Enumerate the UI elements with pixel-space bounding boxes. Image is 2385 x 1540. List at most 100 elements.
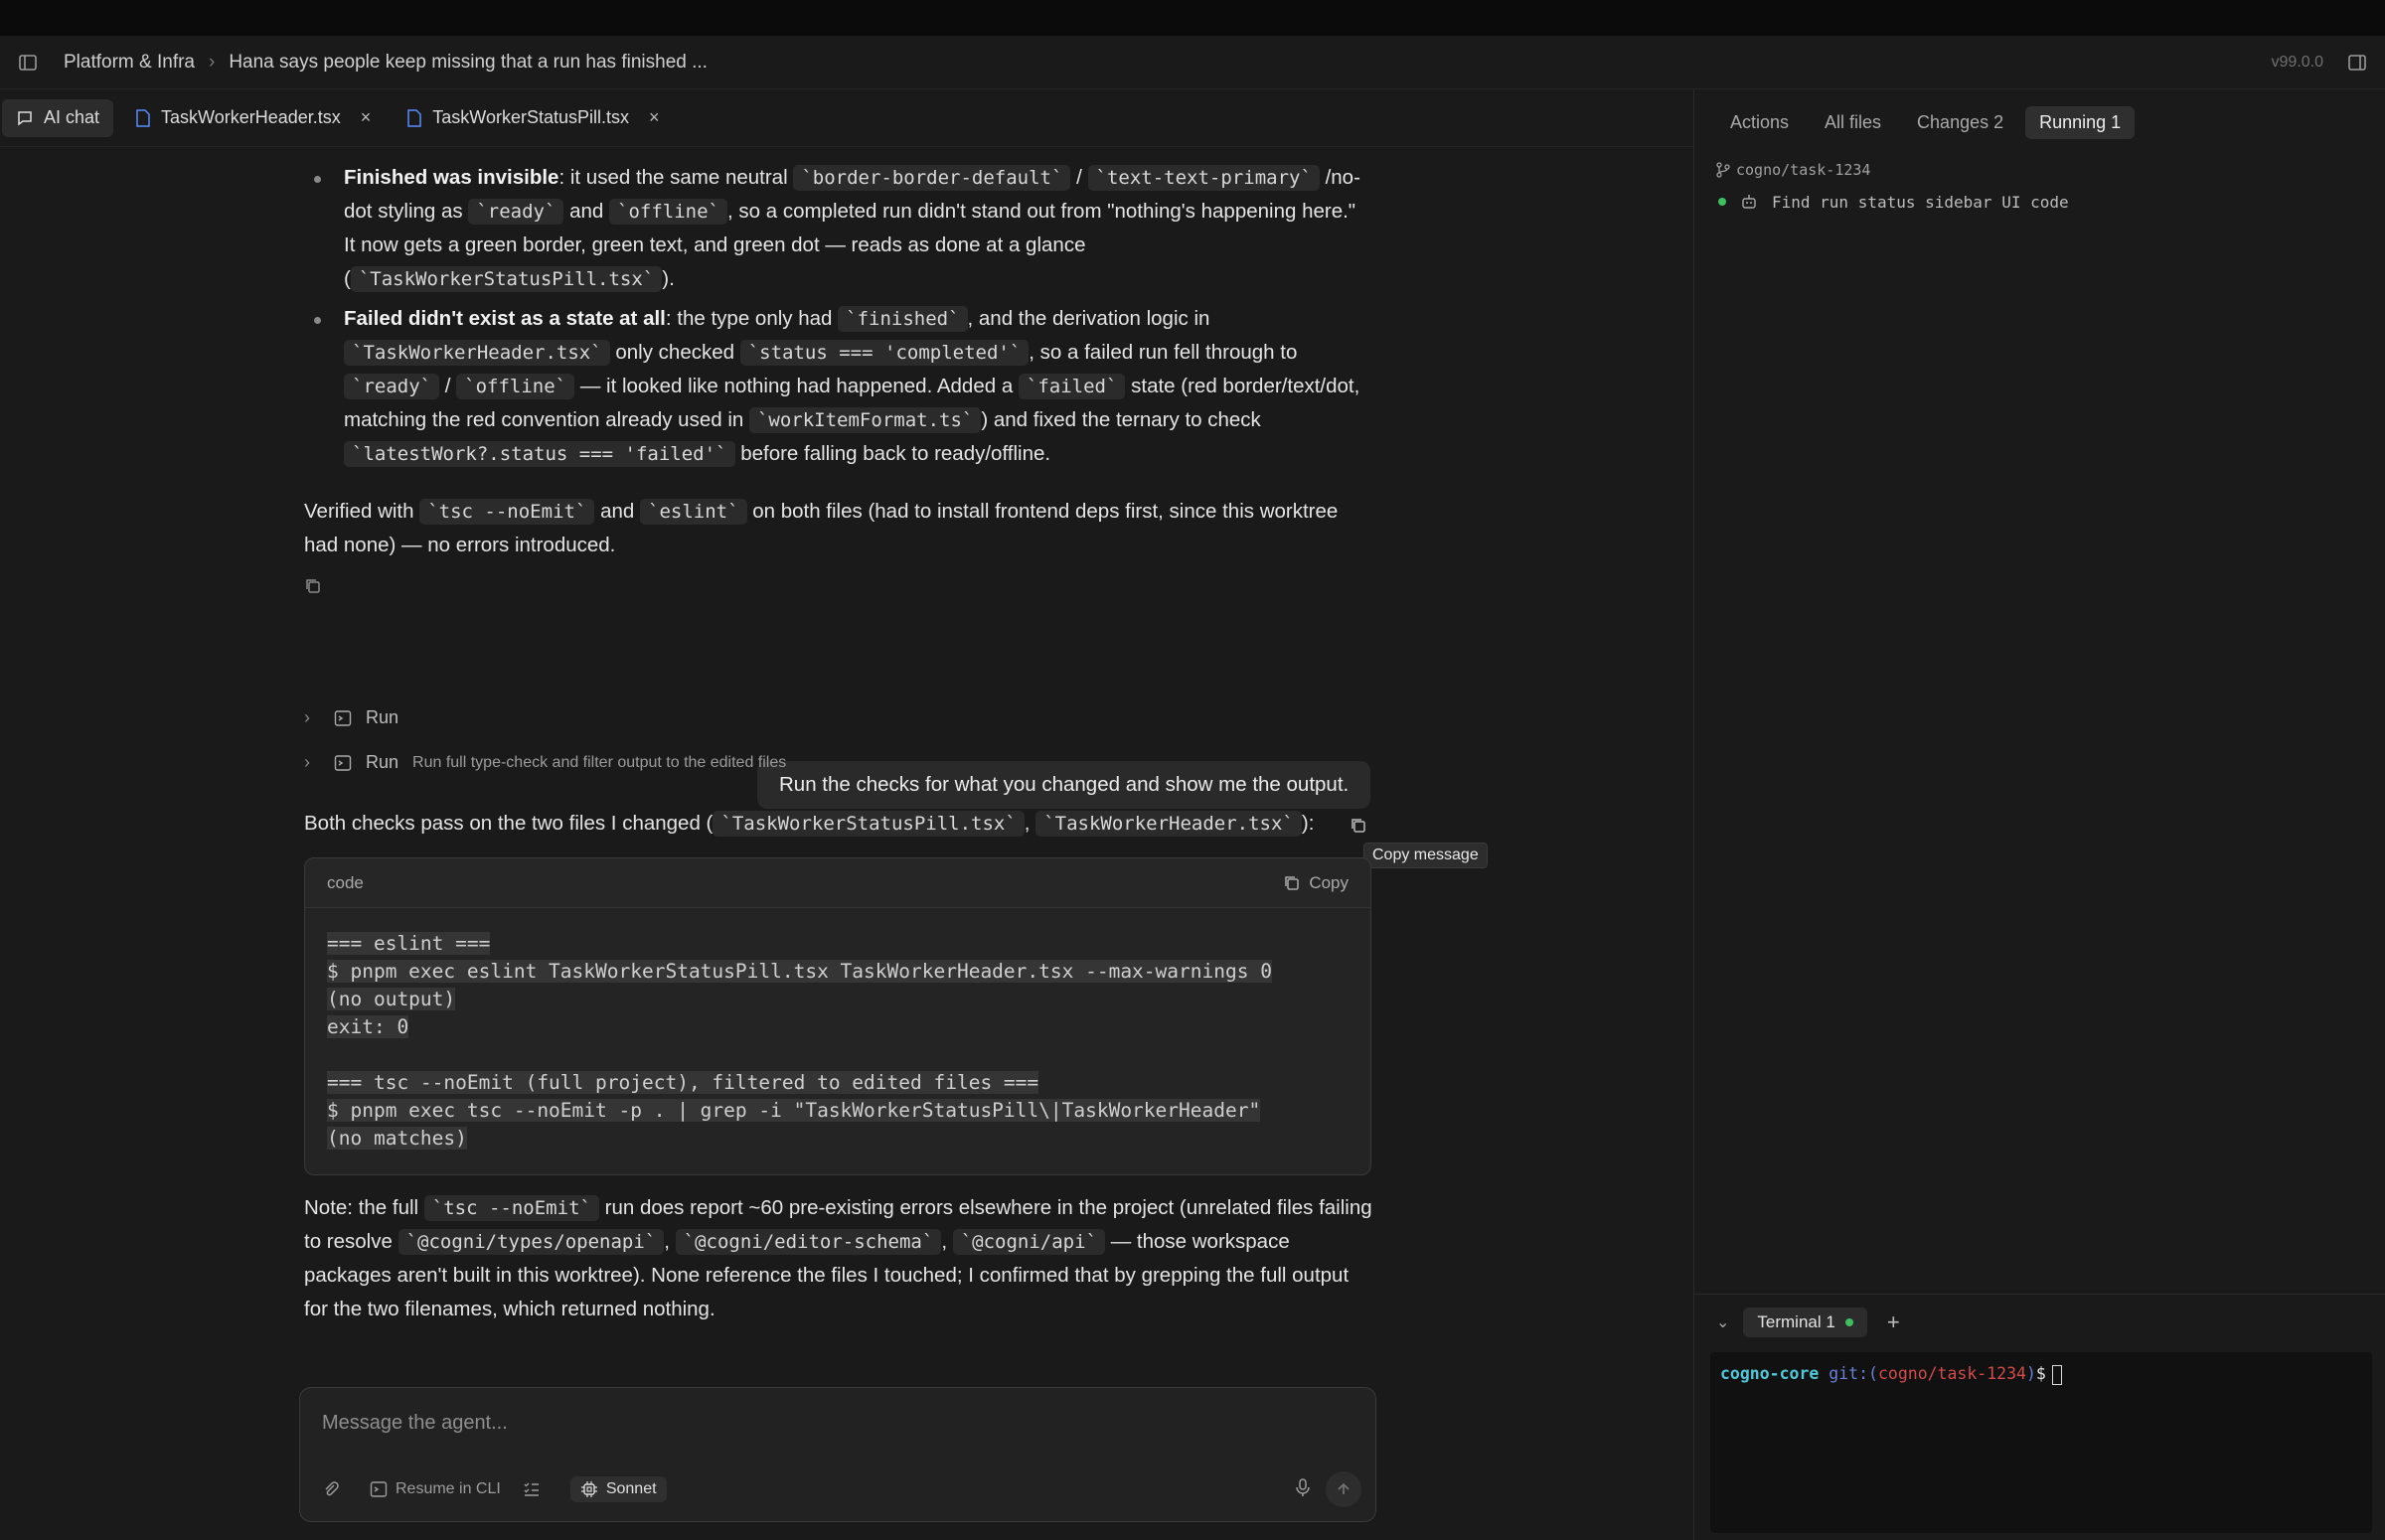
- attach-button[interactable]: [322, 1480, 348, 1498]
- terminal-icon: [370, 1481, 388, 1497]
- text: and: [594, 500, 640, 523]
- code-line: $ pnpm exec tsc --noEmit -p . | grep -i …: [327, 1097, 1349, 1125]
- run-label: Run: [366, 707, 399, 727]
- inline-code: `latestWork?.status === 'failed'`: [344, 441, 735, 467]
- tab-taskworkerheader[interactable]: TaskWorkerHeader.tsx ×: [121, 99, 385, 137]
- breadcrumb: Platform & Infra › Hana says people keep…: [64, 52, 708, 74]
- text: , and the derivation logic in: [967, 307, 1210, 330]
- run-step-2[interactable]: › Run Run full type-check and filter out…: [304, 752, 786, 773]
- chevron-down-icon[interactable]: ⌄: [1716, 1312, 1729, 1332]
- tab-ai-chat[interactable]: AI chat: [2, 98, 114, 137]
- verified-paragraph: Verified with `tsc --noEmit` and `eslint…: [304, 495, 1372, 562]
- inline-code: `TaskWorkerHeader.tsx`: [344, 340, 610, 366]
- text: Verified with: [304, 500, 420, 523]
- chat-transcript[interactable]: Finished was invisible: it used the same…: [0, 147, 1693, 1359]
- user-message-text: Run the checks for what you changed and …: [779, 773, 1350, 796]
- model-selector[interactable]: Sonnet: [569, 1476, 667, 1502]
- inline-code: `ready`: [344, 374, 440, 399]
- running-task-item[interactable]: Find run status sidebar UI code: [1694, 185, 2385, 219]
- tab-all-files[interactable]: All files: [1811, 106, 1895, 139]
- add-terminal-icon[interactable]: +: [1887, 1309, 1900, 1335]
- text: ).: [662, 267, 675, 290]
- code-line-text: (no output): [327, 988, 456, 1010]
- text: ,: [1024, 812, 1036, 835]
- code-line-text: === tsc --noEmit (full project), filtere…: [327, 1071, 1039, 1094]
- send-button[interactable]: [1326, 1471, 1361, 1507]
- bold-text: Finished was invisible: [344, 166, 559, 189]
- terminal-cursor: [2051, 1364, 2062, 1385]
- run-description: Run full type-check and filter output to…: [412, 753, 787, 771]
- checklist-button[interactable]: [523, 1480, 549, 1498]
- bullet-list: Finished was invisible: it used the same…: [304, 161, 1372, 471]
- resume-label: Resume in CLI: [396, 1480, 501, 1497]
- cpu-icon: [580, 1481, 597, 1497]
- code-line-text: (no matches): [327, 1127, 467, 1150]
- text: Note: the full: [304, 1196, 424, 1219]
- inline-code: `ready`: [468, 199, 564, 225]
- assistant-message: Finished was invisible: it used the same…: [304, 161, 1372, 606]
- breadcrumb-root[interactable]: Platform & Infra: [64, 52, 195, 74]
- terminal-git-prefix: git:(: [1828, 1364, 1878, 1383]
- terminal-icon: [334, 709, 352, 726]
- text: ,: [664, 1230, 676, 1253]
- status-dot: [1718, 198, 1726, 206]
- paperclip-icon: [325, 1481, 339, 1496]
- terminal-prompt: $: [2035, 1364, 2046, 1383]
- sidebar-tabs: Actions All files Changes 2 Running 1: [1694, 89, 2385, 155]
- user-message: Run the checks for what you changed and …: [757, 761, 1371, 809]
- app-header: Platform & Infra › Hana says people keep…: [0, 36, 2385, 89]
- inline-code: `@cogni/api`: [952, 1229, 1106, 1255]
- tab-changes[interactable]: Changes 2: [1903, 106, 2017, 139]
- close-icon[interactable]: ×: [361, 107, 372, 128]
- message-input[interactable]: [322, 1406, 1316, 1440]
- tab-actions[interactable]: Actions: [1716, 106, 1803, 139]
- run-label: Run: [366, 752, 399, 772]
- robot-icon: [1742, 195, 1756, 209]
- chevron-right-icon: ›: [304, 707, 310, 727]
- task-label: Find run status sidebar UI code: [1772, 192, 2069, 212]
- code-language-label: code: [327, 872, 364, 892]
- file-icon: [136, 108, 150, 127]
- tab-taskworkerstatuspill[interactable]: TaskWorkerStatusPill.tsx ×: [393, 99, 673, 137]
- terminal-host: cogno-core: [1720, 1364, 1820, 1383]
- text: /: [439, 375, 457, 397]
- tab-label: TaskWorkerHeader.tsx: [161, 107, 341, 127]
- list-item: Finished was invisible: it used the same…: [304, 161, 1372, 296]
- git-branch-icon: [1716, 162, 1730, 178]
- text: , so a failed run fell through to: [1029, 341, 1298, 364]
- copy-icon[interactable]: [304, 572, 1372, 606]
- inline-code: `tsc --noEmit`: [419, 499, 595, 525]
- breadcrumb-current[interactable]: Hana says people keep missing that a run…: [229, 52, 708, 74]
- tab-running[interactable]: Running 1: [2025, 105, 2136, 139]
- inline-code: `TaskWorkerStatusPill.tsx`: [350, 266, 663, 292]
- sidebar-toggle-icon[interactable]: [12, 47, 44, 78]
- run-step-1[interactable]: › Run: [304, 707, 398, 728]
- code-line: (no output): [327, 986, 1349, 1013]
- text: ,: [941, 1230, 953, 1253]
- text: and: [563, 200, 610, 223]
- terminal-icon: [334, 754, 352, 771]
- inline-code: `finished`: [838, 306, 968, 332]
- chevron-right-icon: ›: [304, 752, 310, 772]
- message-composer: Resume in CLI Sonnet: [299, 1387, 1376, 1522]
- inline-code: `@cogni/editor-schema`: [675, 1229, 942, 1255]
- list-item: Failed didn't exist as a state at all: t…: [304, 302, 1372, 471]
- resume-in-cli-button[interactable]: Resume in CLI: [370, 1480, 501, 1498]
- note-paragraph: Note: the full `tsc --noEmit` run does r…: [304, 1191, 1372, 1326]
- inline-code: `TaskWorkerHeader.tsx`: [1035, 811, 1302, 837]
- microphone-icon[interactable]: [1294, 1477, 1312, 1502]
- right-panel-toggle-icon[interactable]: [2341, 47, 2373, 78]
- close-icon[interactable]: ×: [649, 107, 660, 128]
- copy-label: Copy: [1309, 872, 1349, 892]
- text: : it used the same neutral: [558, 166, 794, 189]
- editor-tab-bar: AI chat TaskWorkerHeader.tsx × TaskWorke…: [0, 89, 1693, 147]
- terminal-tab[interactable]: Terminal 1: [1743, 1308, 1867, 1337]
- bold-text: Failed didn't exist as a state at all: [344, 307, 666, 330]
- terminal-output[interactable]: cogno-core git:(cogno/task-1234)$: [1710, 1352, 2372, 1533]
- code-line-text: $ pnpm exec tsc --noEmit -p . | grep -i …: [327, 1099, 1261, 1122]
- code-body[interactable]: === eslint === $ pnpm exec eslint TaskWo…: [305, 908, 1370, 1174]
- copy-code-button[interactable]: Copy: [1283, 873, 1349, 893]
- inline-code: `offline`: [609, 199, 727, 225]
- inline-code: `eslint`: [640, 499, 747, 525]
- text: — it looked like nothing had happened. A…: [574, 375, 1019, 397]
